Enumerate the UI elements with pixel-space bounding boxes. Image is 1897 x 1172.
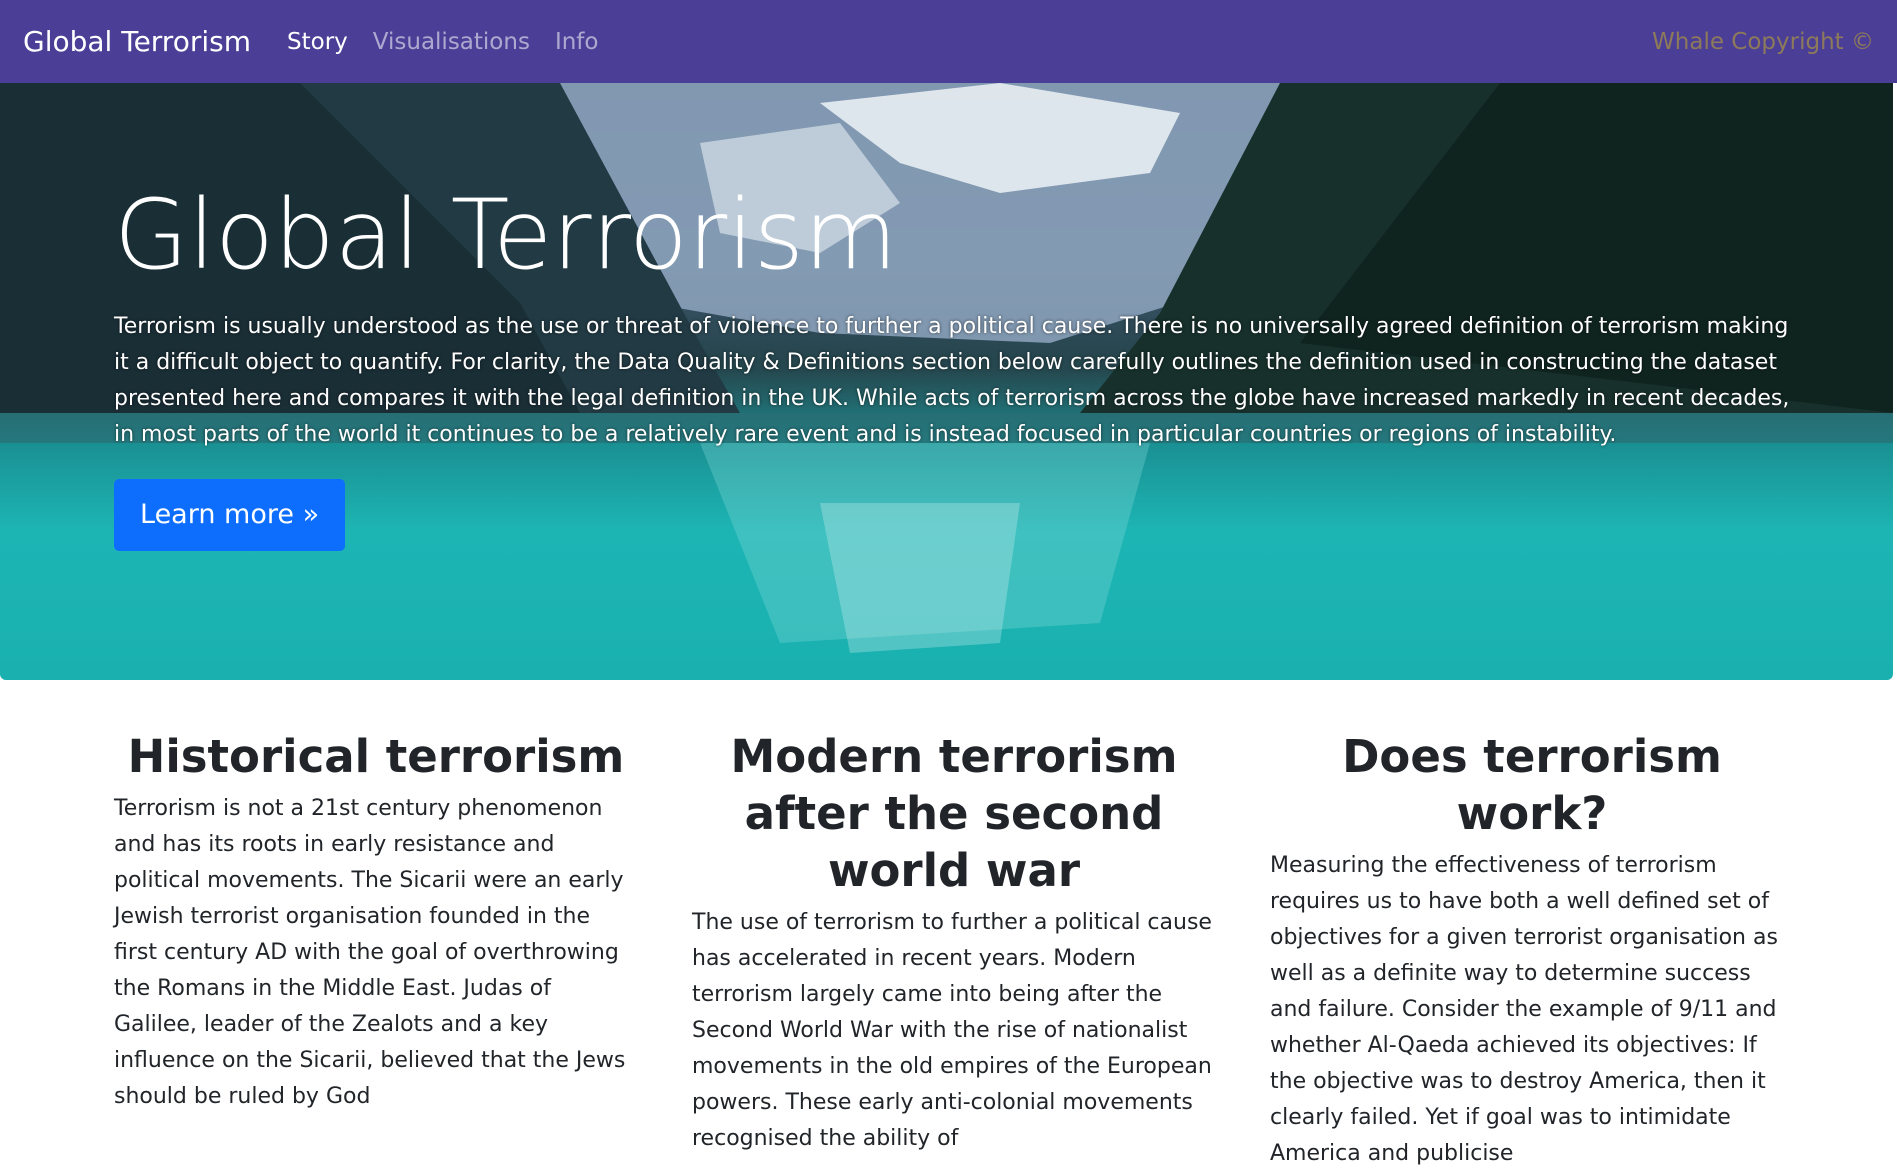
hero-title: Global Terrorism [114,179,898,291]
learn-more-button[interactable]: Learn more » [114,478,346,551]
nav-link-visualisations[interactable]: Visualisations [373,29,530,55]
hero-jumbotron: Global Terrorism Terrorism is usually un… [0,83,1893,680]
column-modern-terrorism: Modern terrorism after the second world … [692,728,1216,1172]
column-heading: Historical terrorism [127,730,625,783]
column-text: Terrorism is not a 21st century phenomen… [114,796,626,1109]
brand-link[interactable]: Global Terrorism [23,25,251,58]
hero-lead-text: Terrorism is usually understood as the u… [114,313,1790,447]
column-text: The use of terrorism to further a politi… [692,910,1212,1151]
column-heading: Modern terrorism after the second world … [730,730,1178,897]
nav-link-info[interactable]: Info [555,29,599,55]
column-does-terrorism-work: Does terrorism work? Measuring the effec… [1270,728,1794,1172]
column-text: Measuring the effectiveness of terrorism… [1270,853,1778,1166]
column-historical-terrorism: Historical terrorism Terrorism is not a … [114,728,638,1172]
story-columns: Historical terrorism Terrorism is not a … [114,728,1794,1172]
copyright-text: Whale Copyright © [1652,28,1874,55]
nav-link-story[interactable]: Story [287,29,348,55]
top-navbar: Global Terrorism Story Visualisations In… [0,0,1897,83]
hero-content: Global Terrorism Terrorism is usually un… [114,179,1794,551]
column-heading: Does terrorism work? [1342,730,1722,840]
